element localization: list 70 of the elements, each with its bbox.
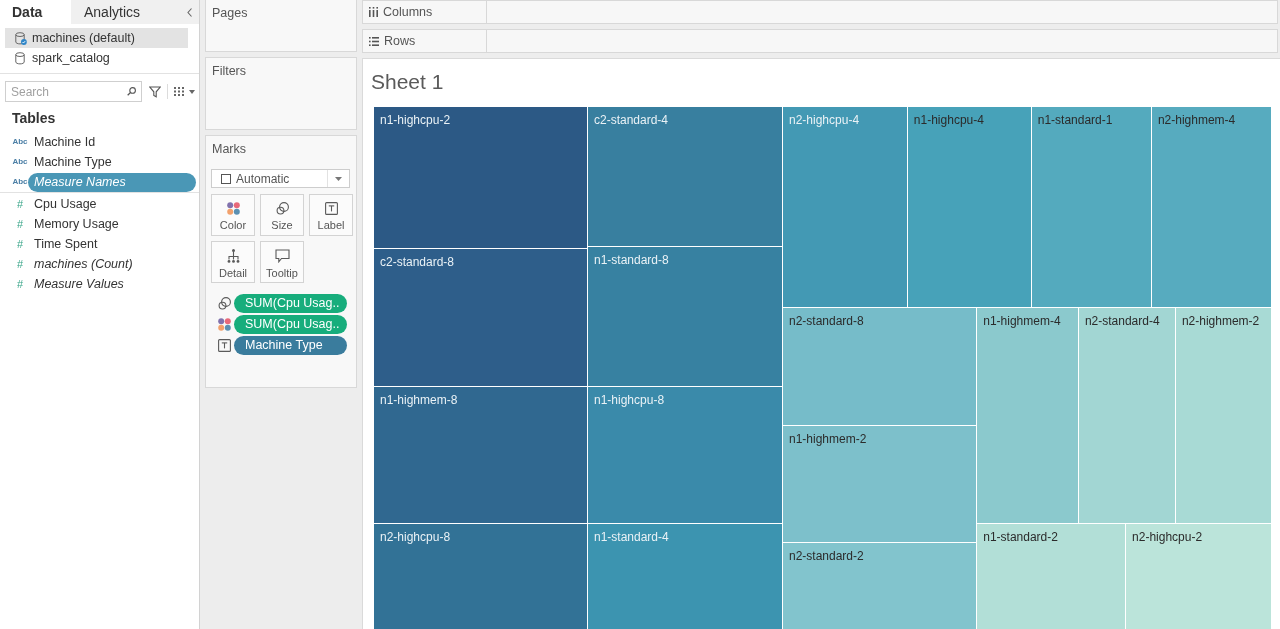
search-icon [127,87,136,96]
mark-type-dropdown[interactable]: Automatic [211,169,350,188]
size-button[interactable]: Size [260,194,304,236]
string-type-icon: Abc [12,137,28,147]
number-type-icon: # [16,198,24,210]
label-icon [218,339,231,352]
chevron-left-icon [187,7,192,17]
filter-icon[interactable] [149,85,161,98]
color-dots-icon [218,318,231,331]
tile-label: n1-standard-1 [1037,113,1113,127]
pane-tab[interactable]: Analytics [71,0,181,24]
card-title: Filters [211,63,248,79]
field-item[interactable]: Machine Type [28,152,118,172]
size-circles-icon [218,297,231,310]
tile-label: n2-standard-8 [789,314,864,329]
tile-label: n1-highmem-8 [380,393,458,408]
detail-button[interactable]: Detail [211,241,255,283]
tile-label: n1-standard-4 [594,530,669,545]
field-item[interactable]: Time Spent [28,234,104,254]
label-icon [324,202,338,215]
card-title: Marks [211,141,248,157]
field-item[interactable]: Machine Id [28,132,102,152]
hierarchy-icon [226,249,240,263]
tile-label: n2-highcpu-4 [789,113,860,127]
card-title: Pages [211,5,249,21]
tile-label: n2-highmem-2 [1181,314,1260,329]
color-dots-icon [226,202,240,215]
field-item[interactable]: Cpu Usage [28,194,103,214]
search-field[interactable]: Search [5,81,142,102]
tile-label: n1-standard-8 [594,252,669,267]
caret-down-icon [335,176,342,181]
data-source-item[interactable]: spark_catalog [5,48,188,68]
label-button[interactable]: Label [309,194,353,236]
shelf-label: Columns [383,5,433,19]
tile-label: n1-highcpu-2 [380,113,451,127]
tile-label: n1-standard-2 [983,529,1058,544]
tile-label: n2-highmem-4 [1157,113,1236,127]
field-item[interactable]: machines (Count) [28,254,139,274]
number-type-icon: # [16,238,24,250]
grid-view-icon[interactable] [174,87,184,96]
tile-label: c2-standard-8 [380,254,455,269]
tile-label: n2-standard-4 [1084,314,1160,329]
tile-label: c2-standard-4 [594,113,669,127]
tile-label: n2-standard-2 [789,548,864,563]
field-item[interactable]: Measure Values [28,274,130,294]
tile-label: n1-highcpu-8 [594,393,665,408]
tile-label: n2-highcpu-2 [1132,529,1203,544]
caret-down-icon[interactable] [189,89,195,94]
string-type-icon: Abc [12,157,28,167]
tile-label: n2-highcpu-8 [380,530,451,545]
speech-bubble-icon [274,249,290,263]
field-item[interactable]: Memory Usage [28,214,125,234]
sheet-title: Sheet 1 [370,69,444,94]
tooltip-button[interactable]: Tooltip [260,241,304,283]
rows-icon [369,36,379,46]
tile-label: n1-highcpu-4 [913,113,984,127]
tile-label: n1-highmem-4 [983,314,1061,329]
data-source-item[interactable]: machines (default) [5,28,188,48]
field-pill[interactable]: Machine Type [234,336,347,355]
number-type-icon: # [16,218,24,230]
columns-icon [369,7,378,17]
number-type-icon: # [16,278,24,290]
shelf-label: Rows [384,34,416,48]
number-type-icon: # [16,258,24,270]
tables-heading: Tables [11,109,57,126]
square-icon [221,173,231,184]
color-button[interactable]: Color [211,194,255,236]
size-circles-icon [275,202,289,215]
string-type-icon: Abc [12,177,28,187]
tile-label: n1-highmem-2 [789,432,867,447]
